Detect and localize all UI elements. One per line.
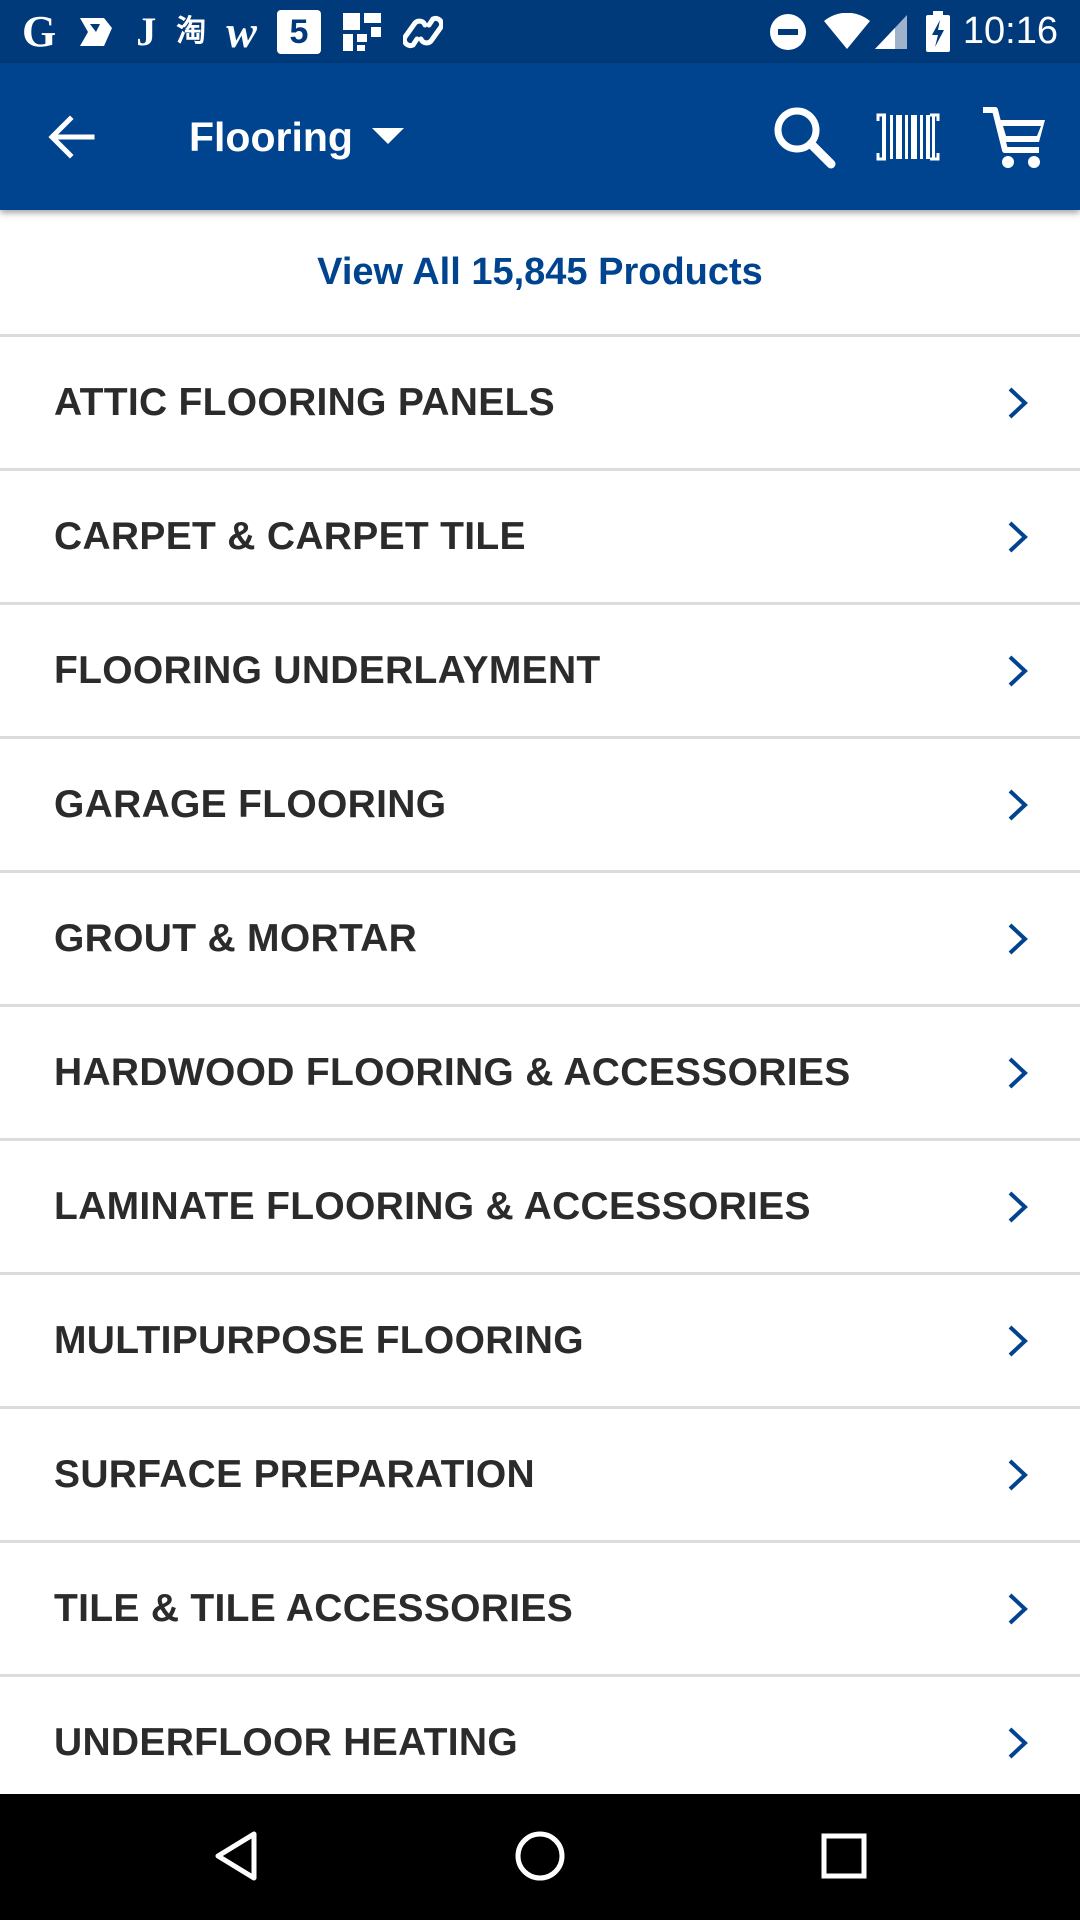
category-label: GROUT & MORTAR <box>54 916 418 960</box>
nav-home-button[interactable] <box>508 1824 572 1888</box>
category-label: HARDWOOD FLOORING & ACCESSORIES <box>54 1050 851 1094</box>
category-item-hardwood-flooring-accessories[interactable]: HARDWOOD FLOORING & ACCESSORIES <box>0 1007 1080 1141</box>
chevron-right-icon <box>1003 385 1033 421</box>
chevron-right-icon <box>1003 653 1033 689</box>
category-item-underfloor-heating[interactable]: UNDERFLOOR HEATING <box>0 1677 1080 1811</box>
search-button[interactable] <box>766 99 842 175</box>
category-label: FLOORING UNDERLAYMENT <box>54 648 601 692</box>
nav-home-icon <box>515 1831 565 1881</box>
nav-recent-apps-button[interactable] <box>812 1824 876 1888</box>
chevron-right-icon <box>1003 1055 1033 1091</box>
w-icon-glyph: w <box>226 5 257 57</box>
nav-back-icon <box>215 1831 257 1881</box>
do-not-disturb-icon <box>769 10 807 54</box>
chevron-right-icon <box>1003 787 1033 823</box>
caret-down-icon[interactable] <box>368 121 408 151</box>
taobao-icon-glyph: 淘 <box>176 14 207 48</box>
category-item-multipurpose-flooring[interactable]: MULTIPURPOSE FLOORING <box>0 1275 1080 1409</box>
system-nav-bar <box>0 1794 1080 1920</box>
five-icon-glyph: 5 <box>289 12 309 51</box>
category-item-carpet-carpet-tile[interactable]: CARPET & CARPET TILE <box>0 471 1080 605</box>
category-label: MULTIPURPOSE FLOORING <box>54 1318 584 1362</box>
category-item-surface-preparation[interactable]: SURFACE PREPARATION <box>0 1409 1080 1543</box>
status-bar: G J 淘 w 5 10:16 <box>0 0 1080 63</box>
category-label: CARPET & CARPET TILE <box>54 514 526 558</box>
back-button[interactable] <box>40 105 104 169</box>
view-all-products-link[interactable]: View All 15,845 Products <box>0 210 1080 337</box>
app-bar: Flooring <box>0 63 1080 210</box>
category-list: ATTIC FLOORING PANELS CARPET & CARPET TI… <box>0 337 1080 1811</box>
arrow-left-icon <box>48 115 95 159</box>
cart-icon <box>983 107 1045 168</box>
status-left-icons: G J 淘 w 5 <box>22 0 463 63</box>
department-dropdown[interactable]: Flooring <box>189 105 353 169</box>
category-label: LAMINATE FLOORING & ACCESSORIES <box>54 1184 811 1228</box>
nav-back-button[interactable] <box>204 1824 268 1888</box>
link-icon <box>402 10 443 54</box>
w-icon: w <box>226 5 257 57</box>
five-icon: 5 <box>276 9 321 54</box>
clock: 10:16 <box>962 10 1058 52</box>
category-item-garage-flooring[interactable]: GARAGE FLOORING <box>0 739 1080 873</box>
category-label: ATTIC FLOORING PANELS <box>54 380 555 424</box>
category-label: SURFACE PREPARATION <box>54 1452 535 1496</box>
j-icon: J <box>136 10 156 54</box>
view-all-label: View All 15,845 Products <box>317 250 763 293</box>
google-icon-glyph: G <box>22 6 57 56</box>
search-icon <box>774 107 836 169</box>
status-right-icons: 10:16 <box>753 0 1058 63</box>
category-item-grout-mortar[interactable]: GROUT & MORTAR <box>0 873 1080 1007</box>
taobao-icon: 淘 <box>176 10 206 54</box>
category-item-laminate-flooring-accessories[interactable]: LAMINATE FLOORING & ACCESSORIES <box>0 1141 1080 1275</box>
barcode-scan-button[interactable] <box>872 103 944 171</box>
category-label: TILE & TILE ACCESSORIES <box>54 1586 574 1630</box>
category-label: UNDERFLOOR HEATING <box>54 1720 518 1764</box>
department-title: Flooring <box>189 113 353 160</box>
category-item-tile-tile-accessories[interactable]: TILE & TILE ACCESSORIES <box>0 1543 1080 1677</box>
category-item-attic-flooring-panels[interactable]: ATTIC FLOORING PANELS <box>0 337 1080 471</box>
chevron-right-icon <box>1003 1457 1033 1493</box>
nav-recent-apps-icon <box>821 1833 867 1879</box>
chevron-right-icon <box>1003 921 1033 957</box>
chevron-right-icon <box>1003 519 1033 555</box>
chevron-right-icon <box>1003 1725 1033 1761</box>
chevron-right-icon <box>1003 1591 1033 1627</box>
chevron-right-icon <box>1003 1189 1033 1225</box>
j-icon-glyph: J <box>136 8 157 54</box>
chevron-right-icon <box>1003 1323 1033 1359</box>
signal-icon <box>873 10 909 54</box>
battery-charging-icon <box>925 10 951 54</box>
category-item-flooring-underlayment[interactable]: FLOORING UNDERLAYMENT <box>0 605 1080 739</box>
cart-button[interactable] <box>975 99 1055 175</box>
drive-icon <box>76 10 116 54</box>
screen: G J 淘 w 5 10:16 Flooring View All 15,845… <box>0 0 1080 1920</box>
barcode-icon <box>876 113 940 161</box>
wifi-icon <box>823 10 871 54</box>
category-label: GARAGE FLOORING <box>54 782 447 826</box>
grid-app-icon <box>341 10 383 54</box>
google-icon: G <box>22 6 57 56</box>
